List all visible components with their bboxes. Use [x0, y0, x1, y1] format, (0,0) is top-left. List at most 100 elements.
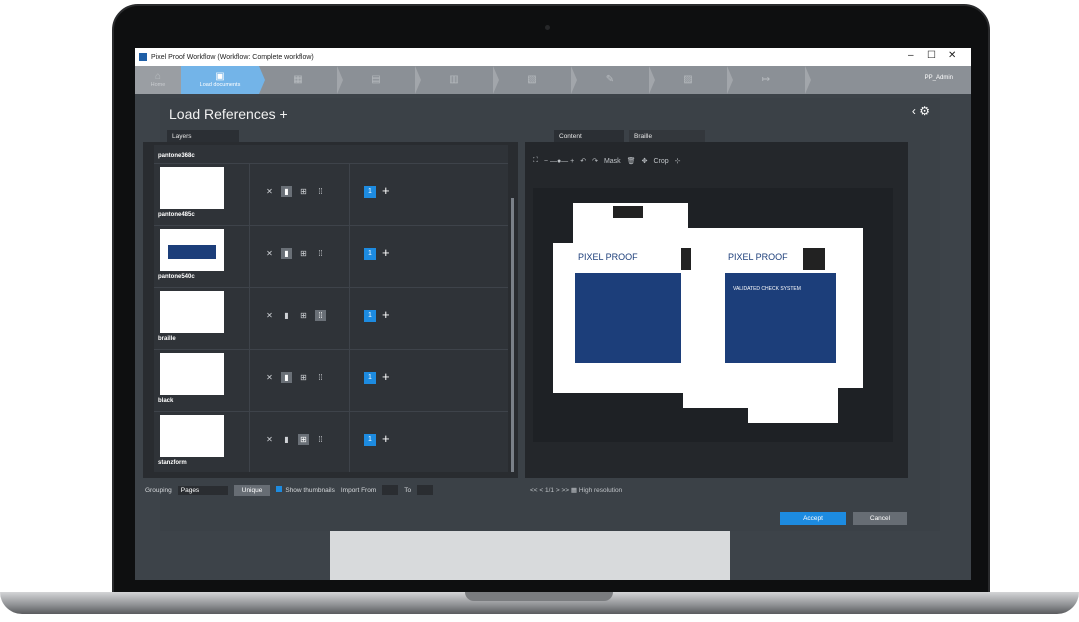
page-number-badge[interactable]: 1 — [364, 434, 376, 446]
import-to-input[interactable] — [417, 485, 434, 495]
page-number-badge[interactable]: 1 — [364, 186, 376, 198]
step-icon: ▥ — [449, 74, 459, 85]
layer-thumbnail — [160, 229, 224, 271]
fit-icon[interactable]: ⛶ — [533, 157, 538, 165]
page-number-badge[interactable]: 1 — [364, 372, 376, 384]
step-8[interactable]: ▨ — [649, 66, 733, 94]
layer-mode-icon[interactable]: ▮ — [281, 372, 292, 383]
laptop-notch — [465, 592, 613, 601]
grouping-select[interactable]: Pages — [177, 485, 228, 495]
remove-icon[interactable]: ✕ — [264, 310, 275, 321]
export-icon: ↦ — [761, 74, 771, 85]
step-load-documents[interactable]: ▣ Load documents — [181, 66, 265, 94]
layer-label: braille — [158, 336, 176, 342]
braille-icon[interactable]: ⁞⁞ — [315, 434, 326, 445]
step-icon: ▤ — [371, 74, 381, 85]
to-label: To — [404, 486, 412, 494]
user-name[interactable]: PP_Admin — [925, 75, 953, 81]
layer-thumbnail — [160, 167, 224, 209]
remove-icon[interactable]: ✕ — [264, 372, 275, 383]
layer-row[interactable]: pantone540c ✕ ▮ ⊞ ⁞⁞ 1 + — [154, 225, 508, 287]
zoom-slider[interactable]: − —●— + — [544, 158, 574, 165]
braille-icon[interactable]: ⁞⁞ — [315, 186, 326, 197]
layer-row[interactable]: black ✕ ▮ ⊞ ⁞⁞ 1 + — [154, 349, 508, 411]
document-preview[interactable]: PIXEL PROOF PIXEL PROOF VALIDATED CHECK … — [533, 188, 893, 442]
step-4[interactable]: ▤ — [337, 66, 421, 94]
layer-mode-icon[interactable]: ▮ — [281, 248, 292, 259]
partial-row-label: pantone368c — [158, 153, 195, 159]
rotate-left-icon[interactable]: ↶ — [580, 157, 586, 165]
layer-label: stanzform — [158, 460, 187, 466]
layer-label: pantone485c — [158, 212, 195, 218]
import-from-input[interactable] — [382, 485, 399, 495]
edit-icon: ✎ — [605, 74, 615, 85]
layer-mode-icon[interactable]: ⊞ — [298, 186, 309, 197]
minimize-button[interactable]: – — [908, 50, 914, 61]
braille-icon[interactable]: ⁞⁞ — [315, 372, 326, 383]
camera — [545, 25, 550, 30]
layer-row[interactable]: stanzform ✕ ▮ ⊞ ⁞⁞ 1 + — [154, 411, 508, 472]
step-7[interactable]: ✎ — [571, 66, 655, 94]
page-number-badge[interactable]: 1 — [364, 248, 376, 260]
remove-icon[interactable]: ✕ — [264, 434, 275, 445]
rotate-right-icon[interactable]: ↷ — [592, 157, 598, 165]
accept-button[interactable]: Accept — [780, 512, 846, 525]
maximize-button[interactable]: ☐ — [927, 50, 936, 61]
tab-layers[interactable]: Layers — [167, 130, 239, 142]
layer-mode-icon[interactable]: ▮ — [281, 186, 292, 197]
high-resolution-toggle[interactable]: High resolution — [579, 487, 622, 494]
layers-scrollbar[interactable] — [511, 198, 514, 472]
layer-mode-icon[interactable]: ⊞ — [298, 248, 309, 259]
layer-mode-icon[interactable]: ⊞ — [298, 372, 309, 383]
layer-thumbnail — [160, 291, 224, 333]
background-window — [330, 531, 730, 580]
add-icon[interactable]: + — [382, 183, 390, 198]
pager[interactable]: << < 1/1 > >> ▦ High resolution — [530, 486, 622, 494]
step-9[interactable]: ↦ — [727, 66, 811, 94]
cancel-button[interactable]: Cancel — [853, 512, 907, 525]
crop-icon[interactable]: ⊹ — [675, 157, 681, 165]
remove-icon[interactable]: ✕ — [264, 186, 275, 197]
layers-list: pantone368c pantone485c ✕ ▮ ⊞ ⁞⁞ 1 + panton… — [154, 145, 508, 472]
close-button[interactable]: ✕ — [948, 50, 956, 61]
layer-row[interactable]: braille ✕ ▮ ⊞ ⁞⁞ 1 + — [154, 287, 508, 349]
remove-icon[interactable]: ✕ — [264, 248, 275, 259]
step-3[interactable]: ▦ — [259, 66, 343, 94]
layer-mode-icon[interactable]: ▮ — [281, 434, 292, 445]
layers-footer: Grouping Pages Unique Show thumbnails Im… — [143, 482, 518, 498]
add-icon[interactable]: + — [382, 245, 390, 260]
layer-mode-icon[interactable]: ▮ — [281, 310, 292, 321]
tab-braille[interactable]: Braille — [629, 130, 705, 142]
dialog-title: Load References + — [169, 106, 288, 122]
delete-icon[interactable]: 🗑 — [627, 157, 636, 165]
move-icon[interactable]: ✥ — [642, 157, 648, 165]
braille-icon[interactable]: ⁞⁞ — [315, 310, 326, 321]
add-icon[interactable]: + — [382, 431, 390, 446]
layer-label: pantone540c — [158, 274, 195, 280]
show-thumbnails-checkbox[interactable]: Show thumbnails — [276, 486, 335, 494]
layer-row[interactable]: pantone485c ✕ ▮ ⊞ ⁞⁞ 1 + — [154, 163, 508, 225]
braille-icon[interactable]: ⁞⁞ — [315, 248, 326, 259]
layer-mode-icon[interactable]: ⊞ — [298, 434, 309, 445]
step-5[interactable]: ▥ — [415, 66, 499, 94]
grouping-label: Grouping — [145, 486, 172, 494]
step-home[interactable]: ⌂ Home — [135, 66, 181, 94]
layer-mode-icon[interactable]: ⊞ — [298, 310, 309, 321]
settings-gear-icon[interactable]: ‹ ⚙ — [912, 104, 930, 118]
app-icon — [139, 53, 147, 61]
layer-label: black — [158, 398, 174, 404]
brand-text-right: PIXEL PROOF — [728, 252, 788, 262]
add-icon[interactable]: + — [382, 369, 390, 384]
crop-label[interactable]: Crop — [653, 158, 668, 165]
mask-label[interactable]: Mask — [604, 158, 621, 165]
unique-button[interactable]: Unique — [233, 484, 271, 496]
step-icon: ▦ — [293, 74, 303, 85]
packaging-artwork: PIXEL PROOF PIXEL PROOF VALIDATED CHECK … — [553, 203, 863, 423]
step-6[interactable]: ▧ — [493, 66, 577, 94]
add-icon[interactable]: + — [382, 307, 390, 322]
page-number-badge[interactable]: 1 — [364, 310, 376, 322]
add-reference-button[interactable]: + — [280, 106, 288, 122]
tab-content[interactable]: Content — [554, 130, 624, 142]
step-icon: ▧ — [527, 74, 537, 85]
import-from-label: Import From — [340, 486, 377, 494]
